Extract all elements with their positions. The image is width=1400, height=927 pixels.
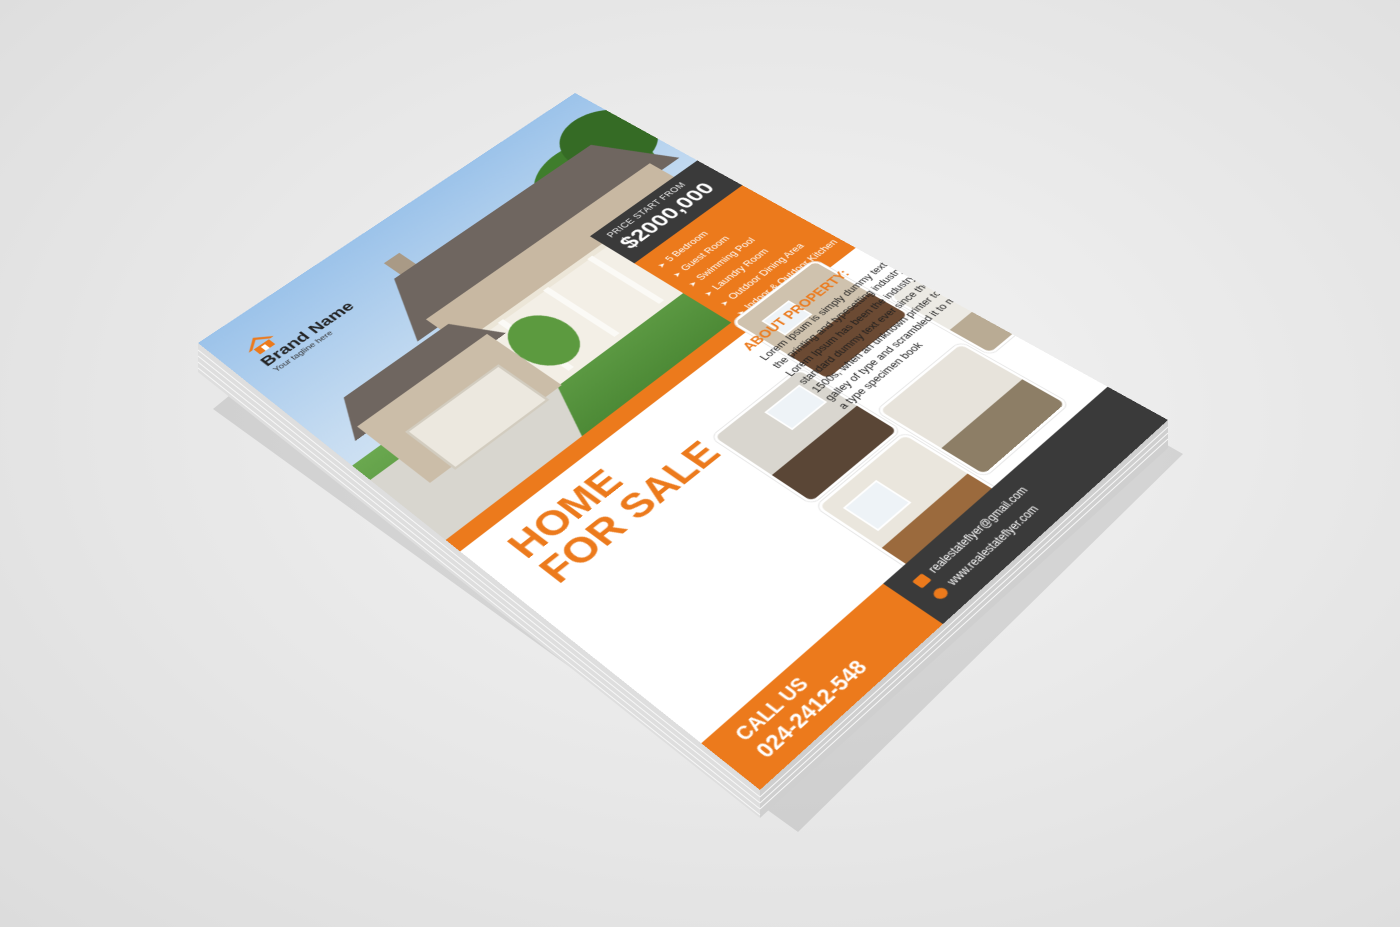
- mockup-scene: Brand Name Your tagline here PRICE START…: [0, 0, 1400, 927]
- envelope-icon: [912, 573, 932, 588]
- globe-icon: [931, 586, 951, 601]
